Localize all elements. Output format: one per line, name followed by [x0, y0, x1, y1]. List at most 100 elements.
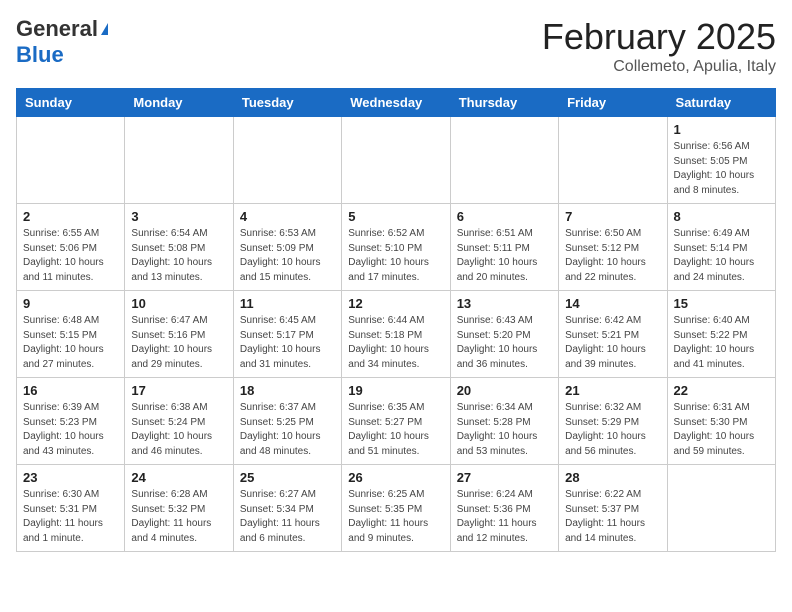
day-info: Sunrise: 6:25 AM Sunset: 5:35 PM Dayligh…	[348, 488, 443, 546]
day-info: Sunrise: 6:44 AM Sunset: 5:18 PM Dayligh…	[348, 314, 443, 372]
calendar-week-row: 23Sunrise: 6:30 AM Sunset: 5:31 PM Dayli…	[17, 465, 776, 552]
day-info: Sunrise: 6:48 AM Sunset: 5:15 PM Dayligh…	[23, 314, 118, 372]
calendar-cell: 1Sunrise: 6:56 AM Sunset: 5:05 PM Daylig…	[667, 117, 775, 204]
day-info: Sunrise: 6:45 AM Sunset: 5:17 PM Dayligh…	[240, 314, 335, 372]
day-info: Sunrise: 6:40 AM Sunset: 5:22 PM Dayligh…	[674, 314, 769, 372]
calendar-cell: 10Sunrise: 6:47 AM Sunset: 5:16 PM Dayli…	[125, 291, 233, 378]
column-header-friday: Friday	[559, 89, 667, 117]
calendar-cell: 7 Sunrise: 6:50 AM Sunset: 5:12 PM Daylig…	[559, 204, 667, 291]
day-info: Sunrise: 6:54 AM Sunset: 5:08 PM Dayligh…	[131, 227, 226, 285]
day-info: Sunrise: 6:27 AM Sunset: 5:34 PM Dayligh…	[240, 488, 335, 546]
calendar-cell: 18Sunrise: 6:37 AM Sunset: 5:25 PM Dayli…	[233, 378, 341, 465]
column-header-sunday: Sunday	[17, 89, 125, 117]
calendar-cell: 12 Sunrise: 6:44 AM Sunset: 5:18 PM Dayli…	[342, 291, 450, 378]
calendar-cell: 8 Sunrise: 6:49 AM Sunset: 5:14 PM Daylig…	[667, 204, 775, 291]
calendar-cell: 2Sunrise: 6:55 AM Sunset: 5:06 PM Daylig…	[17, 204, 125, 291]
day-info: Sunrise: 6:38 AM Sunset: 5:24 PM Dayligh…	[131, 401, 226, 459]
calendar-cell	[667, 465, 775, 552]
day-number: 2	[23, 209, 118, 224]
logo-general-text: General	[16, 16, 98, 42]
day-info: Sunrise: 6:52 AM Sunset: 5:10 PM Dayligh…	[348, 227, 443, 285]
day-info: Sunrise: 6:34 AM Sunset: 5:28 PM Dayligh…	[457, 401, 552, 459]
calendar-cell: 9 Sunrise: 6:48 AM Sunset: 5:15 PM Daylig…	[17, 291, 125, 378]
calendar-cell	[233, 117, 341, 204]
day-number: 5	[348, 209, 443, 224]
location-text: Collemeto, Apulia, Italy	[542, 58, 776, 76]
calendar-cell: 19 Sunrise: 6:35 AM Sunset: 5:27 PM Dayli…	[342, 378, 450, 465]
day-number: 11	[240, 296, 335, 311]
column-header-tuesday: Tuesday	[233, 89, 341, 117]
day-info: Sunrise: 6:31 AM Sunset: 5:30 PM Dayligh…	[674, 401, 769, 459]
calendar-cell: 14 Sunrise: 6:42 AM Sunset: 5:21 PM Dayli…	[559, 291, 667, 378]
day-info: Sunrise: 6:50 AM Sunset: 5:12 PM Dayligh…	[565, 227, 660, 285]
calendar-cell: 15 Sunrise: 6:40 AM Sunset: 5:22 PM Dayli…	[667, 291, 775, 378]
calendar-cell	[342, 117, 450, 204]
calendar-cell: 28Sunrise: 6:22 AM Sunset: 5:37 PM Dayli…	[559, 465, 667, 552]
calendar-cell	[17, 117, 125, 204]
calendar-cell: 20 Sunrise: 6:34 AM Sunset: 5:28 PM Dayli…	[450, 378, 558, 465]
calendar-cell	[450, 117, 558, 204]
day-number: 26	[348, 470, 443, 485]
calendar-week-row: 2Sunrise: 6:55 AM Sunset: 5:06 PM Daylig…	[17, 204, 776, 291]
day-number: 6	[457, 209, 552, 224]
calendar-cell: 22 Sunrise: 6:31 AM Sunset: 5:30 PM Dayli…	[667, 378, 775, 465]
calendar-cell: 17 Sunrise: 6:38 AM Sunset: 5:24 PM Dayli…	[125, 378, 233, 465]
day-number: 4	[240, 209, 335, 224]
day-number: 17	[131, 383, 226, 398]
calendar-cell	[559, 117, 667, 204]
day-info: Sunrise: 6:24 AM Sunset: 5:36 PM Dayligh…	[457, 488, 552, 546]
day-number: 24	[131, 470, 226, 485]
day-info: Sunrise: 6:56 AM Sunset: 5:05 PM Dayligh…	[674, 140, 769, 198]
column-header-saturday: Saturday	[667, 89, 775, 117]
calendar-cell: 23Sunrise: 6:30 AM Sunset: 5:31 PM Dayli…	[17, 465, 125, 552]
calendar-cell: 25 Sunrise: 6:27 AM Sunset: 5:34 PM Dayli…	[233, 465, 341, 552]
day-number: 3	[131, 209, 226, 224]
calendar-week-row: 1Sunrise: 6:56 AM Sunset: 5:05 PM Daylig…	[17, 117, 776, 204]
title-area: February 2025 Collemeto, Apulia, Italy	[542, 16, 776, 76]
day-info: Sunrise: 6:43 AM Sunset: 5:20 PM Dayligh…	[457, 314, 552, 372]
month-title: February 2025	[542, 16, 776, 58]
logo: General Blue	[16, 16, 108, 68]
calendar-cell: 4 Sunrise: 6:53 AM Sunset: 5:09 PM Daylig…	[233, 204, 341, 291]
day-number: 28	[565, 470, 660, 485]
day-number: 25	[240, 470, 335, 485]
day-info: Sunrise: 6:32 AM Sunset: 5:29 PM Dayligh…	[565, 401, 660, 459]
day-number: 15	[674, 296, 769, 311]
calendar-cell: 16 Sunrise: 6:39 AM Sunset: 5:23 PM Dayli…	[17, 378, 125, 465]
day-number: 20	[457, 383, 552, 398]
day-number: 14	[565, 296, 660, 311]
day-number: 23	[23, 470, 118, 485]
day-info: Sunrise: 6:49 AM Sunset: 5:14 PM Dayligh…	[674, 227, 769, 285]
day-info: Sunrise: 6:42 AM Sunset: 5:21 PM Dayligh…	[565, 314, 660, 372]
logo-blue-text: Blue	[16, 42, 64, 67]
calendar-cell	[125, 117, 233, 204]
day-number: 16	[23, 383, 118, 398]
page-header: General Blue February 2025 Collemeto, Ap…	[16, 16, 776, 76]
day-info: Sunrise: 6:28 AM Sunset: 5:32 PM Dayligh…	[131, 488, 226, 546]
calendar-cell: 27 Sunrise: 6:24 AM Sunset: 5:36 PM Dayli…	[450, 465, 558, 552]
day-info: Sunrise: 6:53 AM Sunset: 5:09 PM Dayligh…	[240, 227, 335, 285]
day-number: 12	[348, 296, 443, 311]
calendar-cell: 24 Sunrise: 6:28 AM Sunset: 5:32 PM Dayli…	[125, 465, 233, 552]
day-info: Sunrise: 6:51 AM Sunset: 5:11 PM Dayligh…	[457, 227, 552, 285]
column-header-monday: Monday	[125, 89, 233, 117]
day-number: 7	[565, 209, 660, 224]
day-info: Sunrise: 6:35 AM Sunset: 5:27 PM Dayligh…	[348, 401, 443, 459]
day-number: 22	[674, 383, 769, 398]
column-header-wednesday: Wednesday	[342, 89, 450, 117]
day-number: 27	[457, 470, 552, 485]
calendar-cell: 6 Sunrise: 6:51 AM Sunset: 5:11 PM Daylig…	[450, 204, 558, 291]
calendar-cell: 11 Sunrise: 6:45 AM Sunset: 5:17 PM Dayli…	[233, 291, 341, 378]
day-number: 18	[240, 383, 335, 398]
day-number: 19	[348, 383, 443, 398]
calendar-table: SundayMondayTuesdayWednesdayThursdayFrid…	[16, 88, 776, 552]
column-header-thursday: Thursday	[450, 89, 558, 117]
calendar-cell: 5 Sunrise: 6:52 AM Sunset: 5:10 PM Daylig…	[342, 204, 450, 291]
day-number: 13	[457, 296, 552, 311]
calendar-cell: 3 Sunrise: 6:54 AM Sunset: 5:08 PM Daylig…	[125, 204, 233, 291]
day-number: 8	[674, 209, 769, 224]
day-info: Sunrise: 6:47 AM Sunset: 5:16 PM Dayligh…	[131, 314, 226, 372]
day-number: 9	[23, 296, 118, 311]
day-info: Sunrise: 6:39 AM Sunset: 5:23 PM Dayligh…	[23, 401, 118, 459]
calendar-cell: 26 Sunrise: 6:25 AM Sunset: 5:35 PM Dayli…	[342, 465, 450, 552]
